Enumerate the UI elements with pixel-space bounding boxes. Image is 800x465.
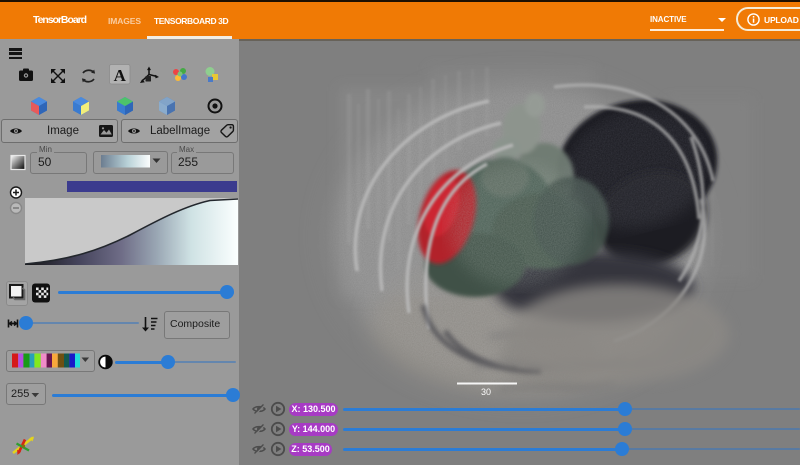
svg-text:A: A [114, 66, 127, 85]
svg-text:30: 30 [481, 387, 491, 397]
